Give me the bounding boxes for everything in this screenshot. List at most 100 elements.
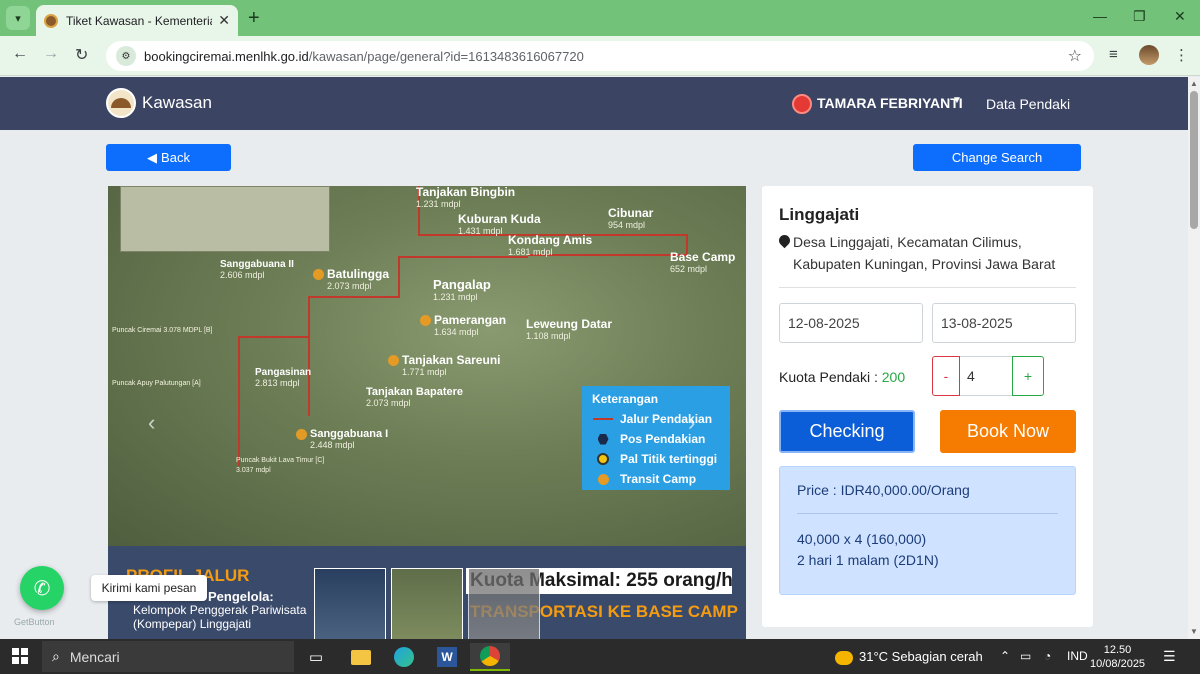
- map-label: Pangasinan 2.813 mdpl: [255, 367, 312, 388]
- legend-item: Pal Titik tertinggi: [592, 449, 720, 469]
- map-pin-icon: [776, 232, 793, 249]
- carousel-thumbnail[interactable]: [391, 568, 463, 639]
- user-menu[interactable]: TAMARA FEBRIYANTI: [817, 95, 963, 111]
- user-icon[interactable]: [792, 94, 812, 114]
- scroll-down-icon[interactable]: ▼: [1190, 627, 1198, 636]
- back-button-label: Back: [161, 150, 190, 165]
- notification-icon[interactable]: ☰: [1163, 648, 1176, 665]
- profile-avatar[interactable]: [1139, 45, 1159, 65]
- legend-item: Jalur Pendakian: [592, 409, 720, 429]
- minimize-icon[interactable]: —: [1093, 8, 1107, 24]
- site-favicon-icon: [44, 13, 58, 28]
- taskbar-clock[interactable]: 12.50 10/08/2025: [1090, 643, 1145, 671]
- book-now-button[interactable]: Book Now: [940, 410, 1076, 453]
- arrow-left-icon: ◀: [147, 149, 158, 165]
- tab-search-icon[interactable]: ▾: [6, 6, 30, 30]
- carousel-next-icon[interactable]: ›: [688, 410, 695, 436]
- price-per-person: Price : IDR40,000.00/Orang: [797, 482, 970, 498]
- new-tab-icon[interactable]: +: [248, 7, 260, 30]
- site-info-icon[interactable]: ⚙: [116, 46, 136, 66]
- transit-camp-icon: [420, 315, 431, 327]
- map-label: Base Camp 652 mdpl: [670, 250, 736, 274]
- browser-tab[interactable]: Tiket Kawasan - Kementerian Li ✕: [36, 5, 238, 36]
- close-tab-icon[interactable]: ✕: [218, 12, 230, 29]
- location-address: Desa Linggajati, Kecamatan Cilimus, Kabu…: [793, 234, 1056, 272]
- map-label: Pangalap 1.231 mdpl: [433, 277, 491, 302]
- clock-date: 10/08/2025: [1090, 658, 1146, 670]
- media-control-icon[interactable]: ≡: [1109, 46, 1118, 63]
- partly-cloudy-icon: [835, 650, 853, 665]
- map-label: Tanjakan Bingbin 1.231 mdpl: [416, 186, 516, 209]
- route-line: [238, 336, 240, 466]
- start-date-input[interactable]: 12-08-2025: [779, 303, 923, 343]
- map-small-label: Puncak Ciremai 3.078 MDPL [B]: [112, 327, 213, 334]
- transit-camp-icon: [296, 428, 307, 440]
- windows-taskbar: ⌕ Mencari ▭ W 31°C Sebagian cerah ⌃ ▭ ◔ …: [0, 639, 1200, 674]
- route-line: [308, 296, 310, 416]
- carousel-prev-icon[interactable]: ‹: [148, 410, 155, 436]
- reload-icon[interactable]: ↻: [75, 45, 88, 65]
- map-small-label: 3.037 mdpl: [236, 467, 271, 474]
- getbutton-credit[interactable]: GetButton: [14, 617, 55, 627]
- quota-value: 200: [881, 369, 906, 385]
- windows-start-icon[interactable]: [12, 648, 28, 664]
- page-viewport: Kawasan TAMARA FEBRIYANTI ▼ Data Pendaki…: [0, 77, 1188, 639]
- chevron-up-icon[interactable]: ⌃: [1000, 649, 1010, 663]
- price-summary: Price : IDR40,000.00/Orang 40,000 x 4 (1…: [779, 466, 1076, 595]
- map-label: Cibunar 954 mdpl: [608, 206, 654, 230]
- decrement-button[interactable]: -: [932, 356, 960, 396]
- quantity-input[interactable]: 4: [960, 356, 1012, 396]
- taskbar-search[interactable]: ⌕ Mencari: [42, 641, 294, 672]
- address-bar[interactable]: ⚙ bookingciremai.menlhk.go.id/kawasan/pa…: [106, 41, 1094, 71]
- maximize-icon[interactable]: ❐: [1133, 8, 1146, 25]
- task-view-icon[interactable]: ▭: [296, 643, 336, 671]
- weather-widget[interactable]: 31°C Sebagian cerah: [835, 649, 983, 665]
- brand-logo[interactable]: [106, 88, 136, 118]
- browser-tab-bar: ▾ Tiket Kawasan - Kementerian Li ✕ + — ❐…: [0, 0, 1200, 36]
- carousel-thumbnail[interactable]: [468, 568, 540, 639]
- wifi-icon[interactable]: ◔: [1044, 649, 1051, 663]
- forward-arrow-icon[interactable]: →: [43, 45, 59, 63]
- battery-icon[interactable]: ▭: [1020, 649, 1031, 663]
- scroll-up-icon[interactable]: ▲: [1190, 79, 1198, 88]
- change-search-button[interactable]: Change Search: [913, 144, 1081, 171]
- transit-camp-icon: [388, 355, 399, 367]
- quota-label: Kuota Pendaki : 200: [779, 369, 906, 385]
- edge-browser-icon[interactable]: [384, 643, 424, 671]
- whatsapp-message-bubble[interactable]: Kirimi kami pesan: [91, 575, 207, 601]
- booking-card: Linggajati Desa Linggajati, Kecamatan Ci…: [762, 186, 1093, 627]
- word-icon[interactable]: W: [427, 643, 467, 671]
- route-line: [398, 256, 400, 296]
- weather-text: 31°C Sebagian cerah: [859, 649, 983, 664]
- location-title: Linggajati: [779, 205, 860, 224]
- browser-menu-icon[interactable]: ⋮: [1174, 46, 1189, 64]
- close-window-icon[interactable]: ✕: [1174, 8, 1186, 25]
- brand-name[interactable]: Kawasan: [142, 93, 212, 113]
- increment-button[interactable]: +: [1012, 356, 1044, 396]
- route-line: [238, 336, 310, 338]
- bookmark-star-icon[interactable]: ☆: [1068, 46, 1082, 66]
- file-explorer-icon[interactable]: [341, 643, 381, 671]
- checking-button[interactable]: Checking: [779, 410, 915, 453]
- map-label: Batulingga 2.073 mdpl: [313, 267, 389, 291]
- map-small-label: Puncak Apuy Palutungan [A]: [112, 380, 201, 387]
- carousel-thumbnail[interactable]: [314, 568, 386, 639]
- back-arrow-icon[interactable]: ←: [12, 45, 28, 63]
- data-pendaki-link[interactable]: Data Pendaki: [986, 96, 1070, 112]
- chrome-icon[interactable]: [470, 643, 510, 671]
- back-button[interactable]: ◀ Back: [106, 144, 231, 171]
- url-host: bookingciremai.menlhk.go.id: [144, 48, 309, 64]
- trip-duration: 2 hari 1 malam (2D1N): [797, 552, 939, 568]
- chevron-down-icon[interactable]: ▼: [952, 95, 962, 106]
- whatsapp-icon[interactable]: ✆: [20, 566, 64, 610]
- map-label: Tanjakan Sareuni 1.771 mdpl: [388, 353, 500, 377]
- post-hexagon-icon: [597, 433, 609, 445]
- map-label: Sanggabuana I 2.448 mdpl: [296, 428, 388, 450]
- language-indicator[interactable]: IND: [1067, 649, 1088, 663]
- end-date-input[interactable]: 13-08-2025: [932, 303, 1076, 343]
- transit-camp-icon: [313, 269, 324, 281]
- page-scrollbar[interactable]: ▲ ▼: [1188, 77, 1200, 639]
- price-calculation: 40,000 x 4 (160,000): [797, 531, 927, 547]
- scroll-thumb[interactable]: [1190, 91, 1198, 229]
- map-small-label: Puncak Bukit Lava Timur [C]: [236, 457, 325, 464]
